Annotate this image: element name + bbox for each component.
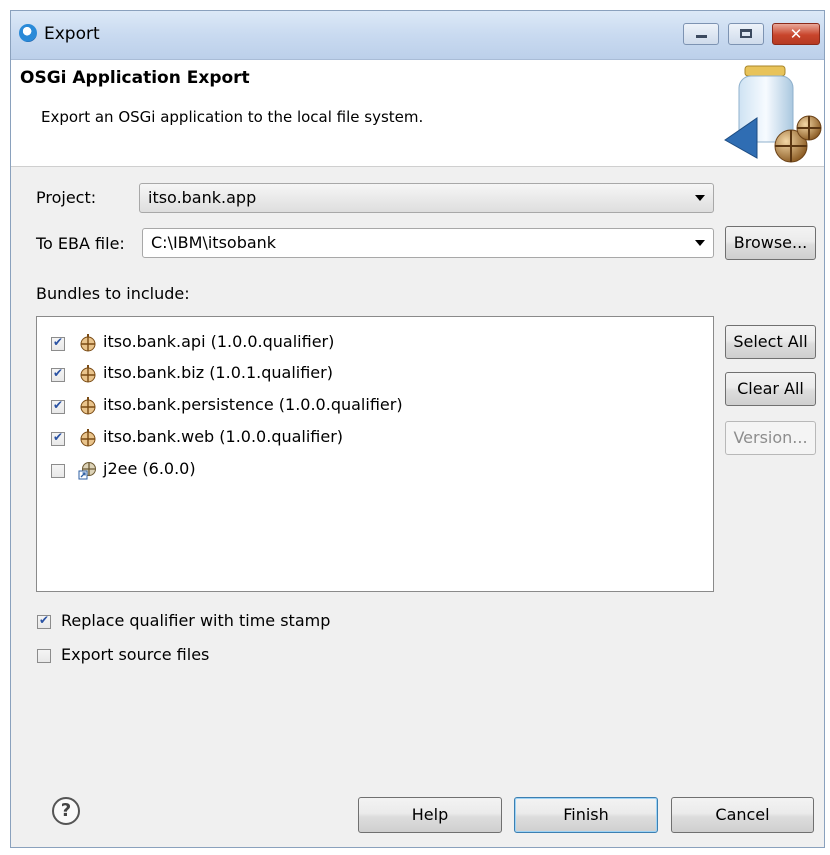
window-title: Export (44, 24, 100, 44)
close-button[interactable]: ✕ (772, 23, 820, 45)
title-bar[interactable]: Export ✕ (11, 11, 824, 60)
export-source-label: Export source files (61, 645, 210, 664)
eba-file-value: C:\IBM\itsobank (151, 233, 277, 252)
list-item[interactable]: itso.bank.biz (1.0.1.qualifier) (37, 360, 713, 390)
bundle-checkbox[interactable] (51, 335, 65, 351)
bundle-label: j2ee (6.0.0) (103, 459, 196, 478)
bundle-icon (80, 365, 96, 383)
banner-description: Export an OSGi application to the local … (41, 108, 424, 126)
bundle-checkbox[interactable] (51, 430, 65, 446)
select-all-button[interactable]: Select All (725, 325, 816, 359)
imported-bundle-icon (78, 462, 96, 480)
help-button-label: Help (411, 805, 449, 824)
maximize-button[interactable] (728, 23, 764, 45)
list-item[interactable]: itso.bank.web (1.0.0.qualifier) (37, 424, 713, 454)
eba-file-input[interactable]: C:\IBM\itsobank (142, 228, 714, 258)
list-item[interactable]: j2ee (6.0.0) (37, 456, 713, 486)
bundle-icon (80, 334, 96, 352)
cancel-button-label: Cancel (715, 805, 770, 824)
bundle-checkbox[interactable] (51, 366, 65, 382)
browse-button-label: Browse... (733, 233, 808, 252)
bundle-label: itso.bank.api (1.0.0.qualifier) (103, 332, 335, 351)
bundle-icon (80, 397, 96, 415)
cancel-button[interactable]: Cancel (671, 797, 814, 833)
bundle-checkbox[interactable] (51, 398, 65, 414)
minimize-icon (696, 35, 707, 38)
bundle-icon (80, 429, 96, 447)
banner-title: OSGi Application Export (20, 68, 250, 88)
bundle-label: itso.bank.persistence (1.0.0.qualifier) (103, 395, 403, 414)
bundle-label: itso.bank.web (1.0.0.qualifier) (103, 427, 344, 446)
finish-button-label: Finish (563, 805, 609, 824)
export-dialog: Export ✕ OSGi Application Export Export … (10, 10, 825, 848)
finish-button[interactable]: Finish (514, 797, 658, 833)
chevron-down-icon (695, 240, 705, 246)
bundles-list[interactable]: itso.bank.api (1.0.0.qualifier) itso.ban… (36, 316, 714, 592)
list-item[interactable]: itso.bank.persistence (1.0.0.qualifier) (37, 392, 713, 422)
close-icon: ✕ (789, 25, 803, 43)
project-label: Project: (36, 188, 97, 207)
help-icon[interactable]: ? (52, 797, 80, 825)
replace-qualifier-label: Replace qualifier with time stamp (61, 611, 331, 630)
wizard-banner: OSGi Application Export Export an OSGi a… (11, 60, 824, 167)
list-item[interactable]: itso.bank.api (1.0.0.qualifier) (37, 329, 713, 359)
replace-qualifier-checkbox[interactable] (37, 613, 51, 629)
export-source-checkbox[interactable] (37, 649, 51, 663)
export-source-option[interactable]: Export source files (37, 644, 257, 670)
clear-all-label: Clear All (737, 379, 804, 398)
export-jar-icon (724, 65, 822, 163)
bundle-label: itso.bank.biz (1.0.1.qualifier) (103, 363, 333, 382)
version-label: Version... (733, 428, 808, 447)
browse-button[interactable]: Browse... (725, 226, 816, 260)
eclipse-icon (19, 24, 37, 42)
version-button[interactable]: Version... (725, 421, 816, 455)
bundles-label: Bundles to include: (36, 284, 190, 303)
select-all-label: Select All (733, 332, 808, 351)
project-value: itso.bank.app (148, 188, 257, 207)
minimize-button[interactable] (683, 23, 719, 45)
replace-qualifier-option[interactable]: Replace qualifier with time stamp (37, 610, 397, 636)
chevron-down-icon (695, 195, 705, 201)
help-button[interactable]: Help (358, 797, 502, 833)
eba-file-label: To EBA file: (36, 234, 125, 253)
maximize-icon (740, 29, 752, 38)
project-select[interactable]: itso.bank.app (139, 183, 714, 213)
bundle-checkbox[interactable] (51, 464, 65, 478)
clear-all-button[interactable]: Clear All (725, 372, 816, 406)
